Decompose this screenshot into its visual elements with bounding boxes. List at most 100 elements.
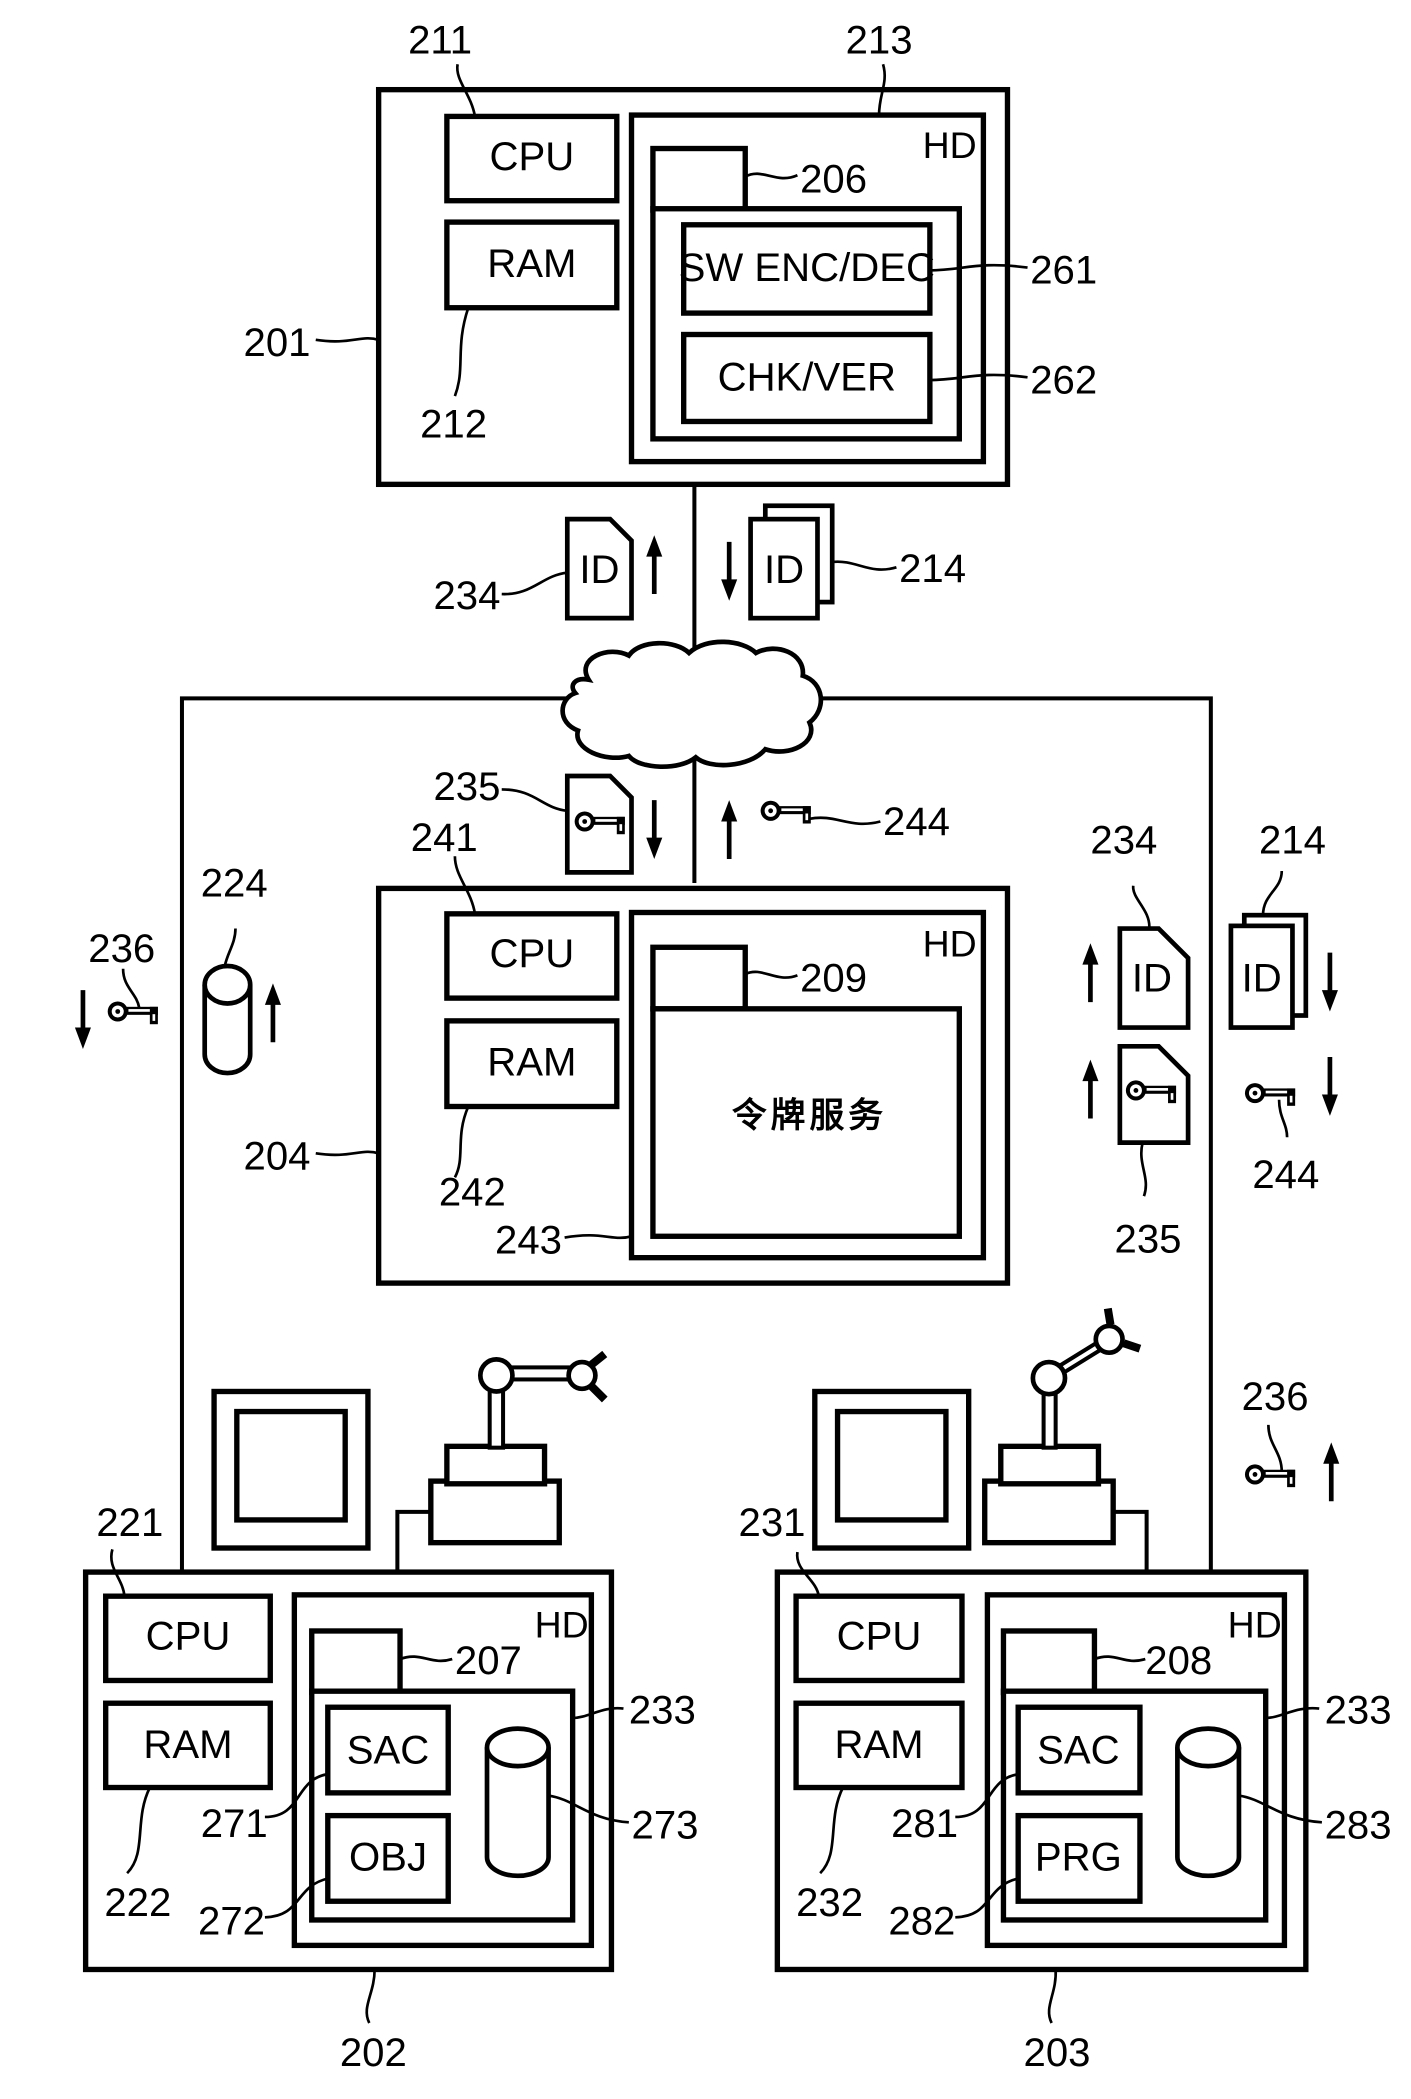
id-document-stack-214-right: ID [1228,912,1309,1030]
cpu-label: CPU [146,1614,231,1659]
arrow-up-icon [265,983,281,1042]
key-icon-236-right [1244,1464,1296,1488]
ref-224: 224 [201,860,268,905]
module-206 [650,145,748,213]
ref-204: 204 [244,1133,311,1178]
chk-label: CHK/VER [718,355,896,400]
arrow-down-icon [1322,1057,1338,1116]
sac-label: SAC [1037,1727,1120,1772]
arrow-up-icon [1082,943,1098,1002]
ref-212: 212 [420,402,487,447]
ref-241: 241 [411,815,478,860]
id-document-234-upper: ID [564,516,634,621]
arrow-down-icon [646,800,662,859]
ref-221: 221 [96,1500,163,1545]
ref-283: 283 [1325,1802,1392,1847]
ref-213: 213 [846,18,913,63]
sac-label: SAC [347,1727,430,1772]
ref-234-right: 234 [1090,818,1157,863]
ref-236-left: 236 [88,926,155,971]
monitor-icon-right [812,1388,972,1551]
system-diagram: CPU RAM HD SW ENC/DEC CHK/VER 211 213 20… [0,18,1392,2075]
key-document-235-upper [564,773,634,875]
monitor-icon-left [211,1388,371,1551]
ram-label: RAM [834,1722,923,1767]
id-document-stack-214-upper: ID [748,503,835,621]
arrow-up-icon [1082,1060,1098,1119]
ref-242: 242 [439,1170,506,1215]
ref-214-right: 214 [1259,818,1326,863]
ref-232: 232 [796,1880,863,1925]
hd-label: HD [923,923,977,965]
ref-244-right: 244 [1252,1152,1319,1197]
ref-271: 271 [201,1801,268,1846]
key-icon-236-left [107,1001,158,1025]
ref-202: 202 [340,2030,407,2075]
ref-235-right: 235 [1115,1216,1182,1261]
ref-244-upper: 244 [883,799,950,844]
ref-235-upper: 235 [433,764,500,809]
ref-261: 261 [1030,248,1097,293]
ref-236-right: 236 [1242,1374,1309,1419]
obj-label: OBJ [349,1834,427,1879]
module-209 [650,944,748,1012]
server-201: CPU RAM HD SW ENC/DEC CHK/VER 211 213 20… [244,18,1097,488]
token-service-label: 令牌服务 [732,1096,887,1136]
arrow-up-icon [646,535,662,594]
ref-206: 206 [800,157,867,202]
key-icon-244-right [1244,1083,1296,1106]
arrow-down-icon [721,542,737,601]
ref-233-right: 233 [1325,1687,1392,1732]
arrow-down-icon [1322,953,1338,1012]
ref-214-upper: 214 [899,546,966,591]
database-cylinder-273 [484,1726,551,1879]
ref-208: 208 [1145,1638,1212,1683]
robot-arm-icon-left [395,1350,608,1573]
ref-282: 282 [888,1899,955,1944]
ref-262: 262 [1030,357,1097,402]
cpu-label: CPU [489,134,574,179]
ref-203: 203 [1024,2030,1091,2075]
module-207 [309,1628,403,1696]
id-doc-label: ID [764,547,804,592]
device-202: CPU RAM HD SAC OBJ 221 222 207 233 271 2… [82,1500,699,2075]
enc-label: SW ENC/DEC [679,245,935,290]
prg-label: PRG [1035,1834,1122,1879]
hd-label: HD [1228,1604,1282,1646]
token-server-204: CPU RAM HD 令牌服务 241 209 204 242 243 [244,815,1011,1286]
robot-arm-icon-right [982,1307,1149,1573]
ram-label: RAM [487,241,576,286]
ref-233-left: 233 [629,1687,696,1732]
device-203: CPU RAM HD SAC PRG 231 232 208 233 281 2… [739,1500,1392,2075]
ref-207: 207 [455,1638,522,1683]
ref-281: 281 [891,1801,958,1846]
network-cloud-icon [560,639,824,769]
id-doc-label: ID [1242,955,1282,1000]
ram-label: RAM [487,1040,576,1085]
id-doc-label: ID [579,547,619,592]
database-cylinder-224 [202,963,253,1076]
module-208 [1000,1628,1098,1696]
ref-231: 231 [739,1500,806,1545]
database-cylinder-283 [1175,1726,1242,1879]
ref-272: 272 [198,1899,265,1944]
ref-209: 209 [800,955,867,1000]
ref-243: 243 [495,1218,562,1263]
arrow-up-icon [1323,1442,1339,1501]
key-icon-244-upper [760,800,811,824]
arrow-up-icon [721,800,737,859]
ref-273: 273 [632,1802,699,1847]
ref-201: 201 [244,320,311,365]
cpu-label: CPU [837,1614,922,1659]
hd-label: HD [535,1604,589,1646]
key-document-235-right [1117,1043,1191,1145]
hd-label: HD [923,124,977,166]
id-document-234-right: ID [1117,926,1191,1030]
ref-211: 211 [408,18,472,63]
ram-label: RAM [143,1722,232,1767]
ref-234-upper: 234 [433,573,500,618]
id-doc-label: ID [1132,955,1172,1000]
cpu-label: CPU [489,931,574,976]
arrow-down-icon [75,990,91,1049]
ref-222: 222 [104,1880,171,1925]
